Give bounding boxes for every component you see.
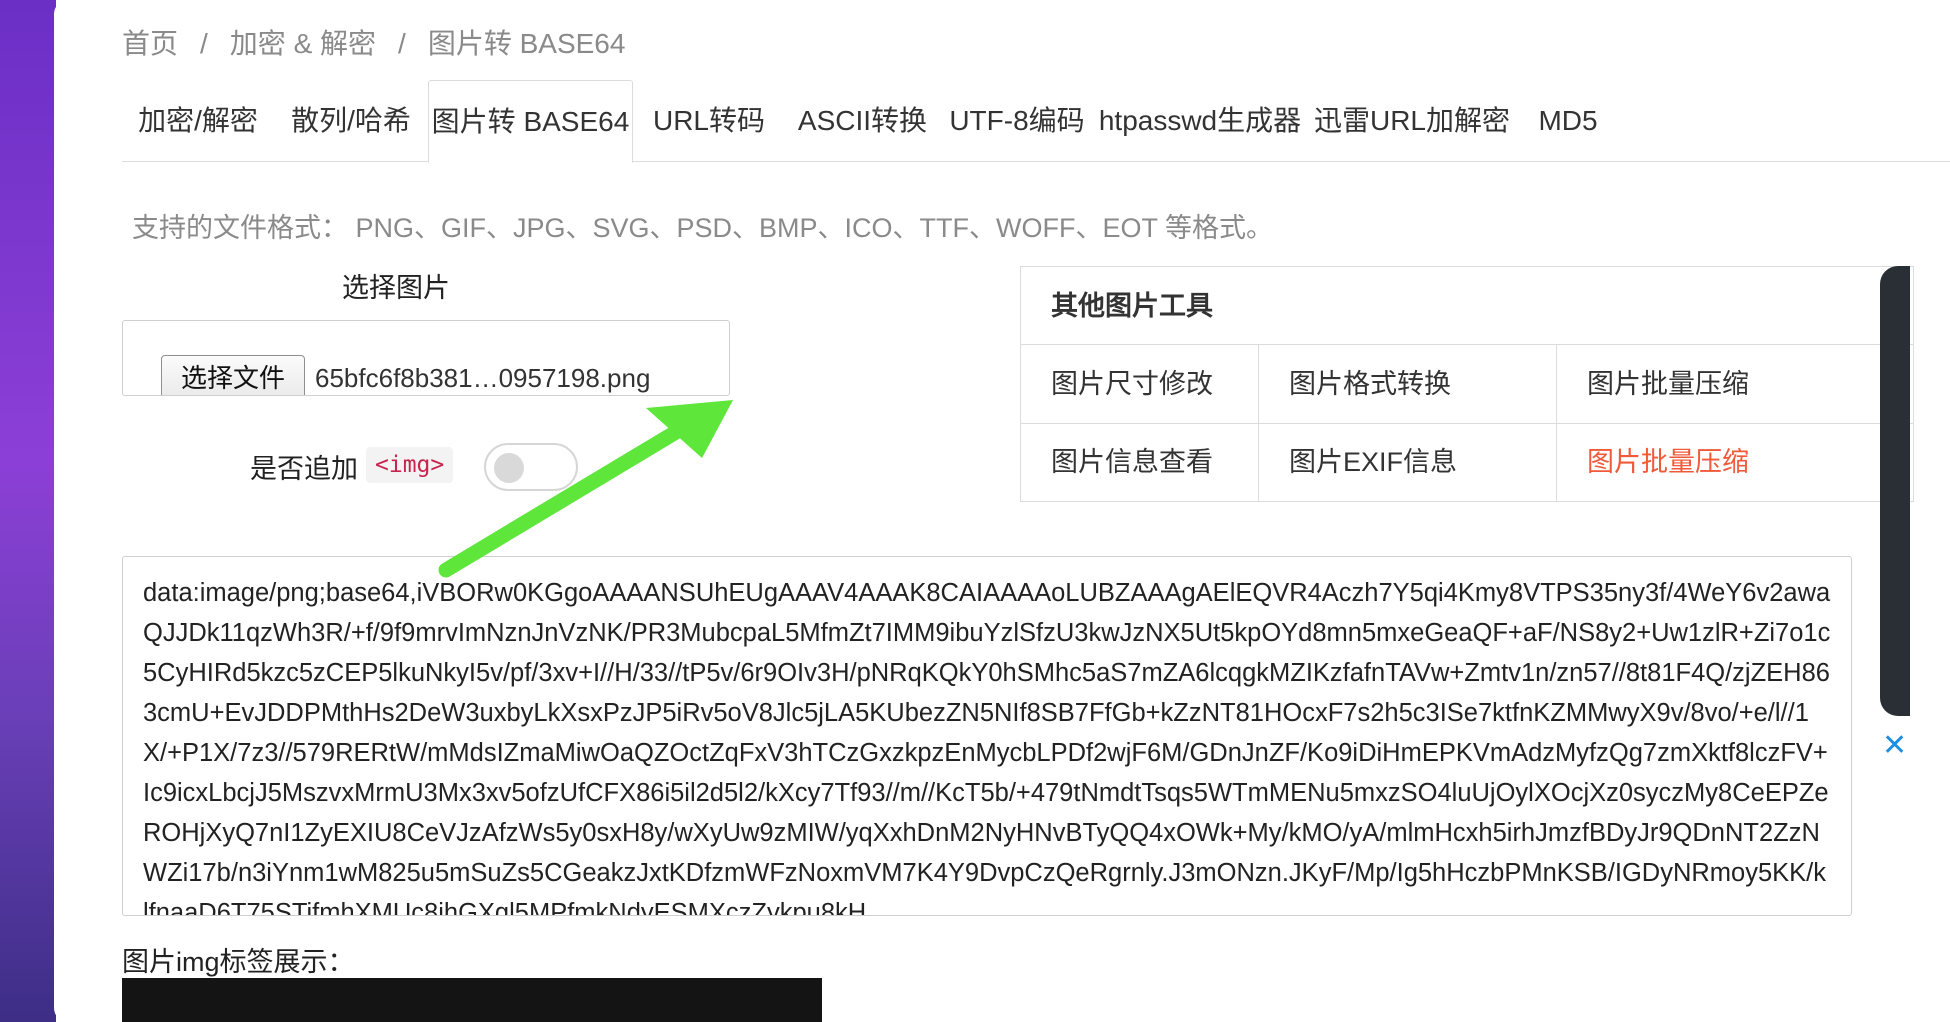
file-input[interactable]: 选择文件 65bfc6f8b381…0957198.png: [122, 320, 730, 396]
breadcrumb-home[interactable]: 首页: [122, 28, 178, 59]
tool-link-exif-info[interactable]: 图片EXIF信息: [1259, 423, 1557, 501]
choose-image-label: 选择图片: [342, 273, 450, 303]
desktop-background: [0, 0, 56, 1022]
close-icon[interactable]: ✕: [1882, 728, 1907, 763]
other-image-tools-title: 其他图片工具: [1021, 267, 1913, 345]
append-img-toggle[interactable]: [484, 443, 578, 491]
base64-output-text: data:image/png;base64,iVBORw0KGgoAAAANSU…: [143, 579, 1831, 916]
append-img-label: 是否追加: [250, 454, 358, 484]
tab-encrypt-decrypt[interactable]: 加密/解密: [122, 80, 274, 162]
side-floating-widget[interactable]: [1880, 266, 1910, 716]
tab-hash[interactable]: 散列/哈希: [274, 80, 428, 162]
img-tag-code: <img>: [366, 447, 454, 483]
img-preview: [122, 978, 822, 1022]
breadcrumb-separator: /: [200, 28, 208, 59]
base64-output-textarea[interactable]: data:image/png;base64,iVBORw0KGgoAAAANSU…: [122, 556, 1852, 916]
tab-url-encode[interactable]: URL转码: [633, 80, 785, 162]
tool-tabs: 加密/解密 散列/哈希 图片转 BASE64 URL转码 ASCII转换 UTF…: [122, 80, 1950, 163]
other-image-tools-grid: 图片尺寸修改 图片格式转换 图片批量压缩 图片信息查看 图片EXIF信息 图片批…: [1021, 345, 1913, 501]
breadcrumb-category[interactable]: 加密 & 解密: [230, 28, 376, 59]
breadcrumb: 首页 / 加密 & 解密 / 图片转 BASE64: [122, 22, 625, 62]
tab-md5[interactable]: MD5: [1518, 80, 1618, 162]
grid-divider: [1021, 423, 1913, 424]
selected-file-name: 65bfc6f8b381…0957198.png: [315, 363, 651, 393]
img-preview-label: 图片img标签展示：: [122, 947, 355, 977]
breadcrumb-current: 图片转 BASE64: [427, 28, 626, 59]
tool-link-batch-compress-highlight[interactable]: 图片批量压缩: [1557, 423, 1913, 501]
tab-ascii-convert[interactable]: ASCII转换: [785, 80, 940, 162]
tab-utf8-encode[interactable]: UTF-8编码: [940, 80, 1094, 162]
tool-link-image-info[interactable]: 图片信息查看: [1021, 423, 1259, 501]
other-image-tools-panel: 其他图片工具 图片尺寸修改 图片格式转换 图片批量压缩 图片信息查看 图片EXI…: [1020, 266, 1914, 502]
tool-link-batch-compress[interactable]: 图片批量压缩: [1557, 345, 1913, 423]
tab-image-to-base64[interactable]: 图片转 BASE64: [428, 80, 633, 163]
toggle-knob: [494, 453, 524, 483]
supported-formats-text: 支持的文件格式： PNG、GIF、JPG、SVG、PSD、BMP、ICO、TTF…: [132, 213, 1274, 243]
tab-htpasswd-generator[interactable]: htpasswd生成器: [1094, 80, 1306, 162]
browser-window: 首页 / 加密 & 解密 / 图片转 BASE64 加密/解密 散列/哈希 图片转 BA…: [54, 0, 1950, 1022]
choose-file-button[interactable]: 选择文件: [161, 355, 305, 395]
tab-thunder-url[interactable]: 迅雷URL加解密: [1306, 80, 1518, 162]
breadcrumb-separator: /: [398, 28, 406, 59]
tool-link-resize[interactable]: 图片尺寸修改: [1021, 345, 1259, 423]
tool-link-format-convert[interactable]: 图片格式转换: [1259, 345, 1557, 423]
